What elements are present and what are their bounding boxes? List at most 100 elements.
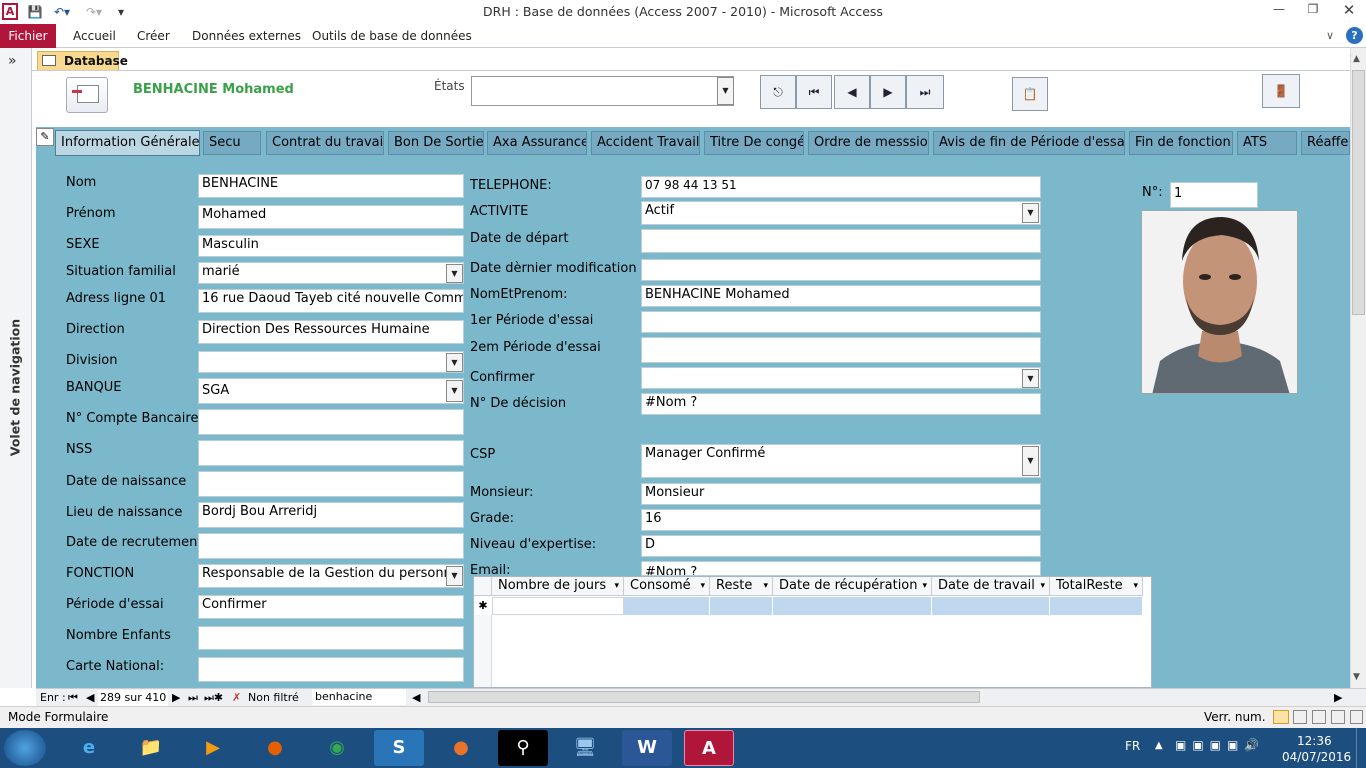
tab-avis-fin-periode-essai[interactable]: Avis de fin de Période d'essai xyxy=(933,131,1125,155)
print-view-icon[interactable] xyxy=(1350,710,1363,724)
new-row-reste[interactable] xyxy=(710,597,773,615)
close-button[interactable]: ✕ xyxy=(1340,1,1358,19)
column-nombre-de-jours[interactable]: Nombre de jours ▾ xyxy=(492,577,624,596)
media-player-icon[interactable]: ▶ xyxy=(188,730,238,766)
division-dropdown[interactable]: ▼ xyxy=(446,353,463,372)
record-position-field[interactable]: 289 sur 410 xyxy=(98,690,168,706)
tray-icons[interactable]: ▣▣▣▣🔊 xyxy=(1175,738,1265,752)
situation-familial-combo[interactable]: marié xyxy=(198,262,464,284)
date-naissance-field[interactable] xyxy=(198,471,464,497)
subform-datasheet[interactable]: Nombre de jours ▾ Consomé ▾ Reste ▾ Date de… xyxy=(473,576,1152,688)
show-hidden-icons[interactable]: ▲ xyxy=(1155,740,1163,751)
niveau-expertise-field[interactable]: D xyxy=(641,535,1041,557)
deuxieme-periode-essai-field[interactable] xyxy=(641,337,1041,363)
date-depart-field[interactable] xyxy=(641,229,1041,253)
filter-status[interactable]: Non filtré xyxy=(248,690,299,706)
new-record-icon[interactable]: ⏭✱ xyxy=(204,690,223,706)
last-record-icon[interactable]: ⏭ xyxy=(188,690,198,706)
activite-combo[interactable]: Actif xyxy=(641,201,1041,225)
expand-nav-icon[interactable]: » xyxy=(8,53,17,69)
tab-outils-base-de-donnees[interactable]: Outils de base de données xyxy=(312,24,472,48)
remote-desktop-icon[interactable]: 🖥 xyxy=(560,730,610,766)
tab-reaffectation[interactable]: Réaffec xyxy=(1301,131,1350,155)
date-derniere-modification-field[interactable] xyxy=(641,259,1041,281)
tab-accident-travail[interactable]: Accident Travail xyxy=(591,131,700,155)
file-explorer-icon[interactable]: 📁 xyxy=(126,730,176,766)
search-app-icon[interactable]: ⚲ xyxy=(498,730,548,766)
clock-time[interactable]: 12:36 xyxy=(1297,734,1332,748)
new-row-consome[interactable] xyxy=(624,597,710,615)
document-tab-database[interactable]: Database xyxy=(37,51,128,71)
firefox-alt-icon[interactable]: ● xyxy=(436,730,486,766)
hscroll-right-icon[interactable]: ▶ xyxy=(1334,690,1342,706)
grade-field[interactable]: 16 xyxy=(641,509,1041,531)
carte-nationale-field[interactable] xyxy=(198,657,464,682)
adresse-field[interactable]: 16 rue Daoud Tayeb cité nouvelle Commur xyxy=(198,289,464,313)
minimize-button[interactable]: — xyxy=(1270,2,1288,20)
tab-titre-de-conge[interactable]: Titre De congé xyxy=(704,131,804,155)
find-button[interactable]: ⎋ xyxy=(760,75,796,109)
ribbon-expand-icon[interactable]: ∨ xyxy=(1326,29,1334,42)
restore-button[interactable]: ❐ xyxy=(1304,2,1322,20)
column-total-reste[interactable]: TotalReste ▾ xyxy=(1050,577,1143,596)
fonction-dropdown[interactable]: ▼ xyxy=(446,566,463,586)
csp-dropdown[interactable]: ▼ xyxy=(1022,446,1039,476)
first-record-button[interactable]: ⏮ xyxy=(796,75,832,109)
layout-view-icon[interactable] xyxy=(1312,710,1326,724)
form-view-icon[interactable] xyxy=(1273,710,1289,724)
new-row-nombre-de-jours[interactable] xyxy=(492,597,624,615)
tab-fin-de-fonction[interactable]: Fin de fonction xyxy=(1129,131,1233,155)
column-date-travail[interactable]: Date de travail ▾ xyxy=(932,577,1050,596)
previous-record-button[interactable]: ◀ xyxy=(834,75,870,109)
tab-fichier[interactable]: Fichier xyxy=(0,24,56,48)
next-record-icon[interactable]: ▶ xyxy=(172,690,180,706)
date-recrutement-field[interactable] xyxy=(198,533,464,559)
scroll-thumb[interactable] xyxy=(1352,70,1365,315)
periode-essai-field[interactable]: Confirmer xyxy=(198,595,464,619)
activite-dropdown[interactable]: ▼ xyxy=(1022,203,1039,223)
prenom-field[interactable]: Mohamed xyxy=(198,205,464,229)
scroll-up-icon[interactable]: ▲ xyxy=(1353,54,1360,64)
tab-accueil[interactable]: Accueil xyxy=(73,24,116,48)
new-row-total-reste[interactable] xyxy=(1050,597,1143,615)
nom-et-prenom-field[interactable]: BENHACINE Mohamed xyxy=(641,285,1041,307)
scroll-down-icon[interactable]: ▼ xyxy=(1353,672,1360,682)
numero-field[interactable]: 1 xyxy=(1170,182,1258,208)
hscroll-left-icon[interactable]: ◀ xyxy=(412,690,420,706)
banque-dropdown[interactable]: ▼ xyxy=(446,380,463,402)
tab-creer[interactable]: Créer xyxy=(137,24,170,48)
first-record-icon[interactable]: ⏮ xyxy=(68,690,78,706)
column-reste[interactable]: Reste ▾ xyxy=(710,577,773,596)
tab-donnees-externes[interactable]: Données externes xyxy=(192,24,301,48)
chrome-icon[interactable]: ◉ xyxy=(312,730,362,766)
internet-explorer-icon[interactable]: e xyxy=(64,730,114,766)
sexe-field[interactable]: Masculin xyxy=(198,235,464,257)
tab-contrat-du-travail[interactable]: Contrat du travail xyxy=(266,131,384,155)
monsieur-field[interactable]: Monsieur xyxy=(641,483,1041,505)
language-indicator[interactable]: FR xyxy=(1125,739,1140,753)
access-taskbar-icon[interactable]: A xyxy=(684,730,734,766)
tab-ordre-de-mission[interactable]: Ordre de messsion xyxy=(808,131,929,155)
exit-button[interactable]: 🚪 xyxy=(1262,74,1300,108)
confirmer-combo[interactable] xyxy=(641,367,1041,389)
help-icon[interactable]: ? xyxy=(1346,27,1363,44)
division-combo[interactable] xyxy=(198,351,464,373)
new-row-date-travail[interactable] xyxy=(932,597,1050,615)
banque-combo[interactable]: SGA xyxy=(198,378,464,404)
new-row-date-recuperation[interactable] xyxy=(773,597,932,615)
previous-record-icon[interactable]: ◀ xyxy=(86,690,94,706)
search-field[interactable]: benhacine xyxy=(312,689,406,705)
nom-field[interactable]: BENHACINE xyxy=(198,174,464,198)
direction-field[interactable]: Direction Des Ressources Humaine xyxy=(198,320,464,344)
filter-icon[interactable]: ✗ xyxy=(232,690,241,706)
tab-information-generale[interactable]: Information Générale xyxy=(55,130,200,156)
show-desktop-button[interactable] xyxy=(1356,728,1366,768)
numero-decision-field[interactable]: #Nom ? xyxy=(641,393,1041,415)
nss-field[interactable] xyxy=(198,440,464,466)
lieu-naissance-field[interactable]: Bordj Bou Arreridj xyxy=(198,502,464,528)
last-record-button[interactable]: ⏭ xyxy=(906,75,944,109)
horizontal-scrollbar-thumb[interactable] xyxy=(428,691,980,703)
tab-ats[interactable]: ATS xyxy=(1237,131,1297,155)
etats-combo[interactable] xyxy=(471,76,734,106)
situation-familial-dropdown[interactable]: ▼ xyxy=(446,264,463,283)
